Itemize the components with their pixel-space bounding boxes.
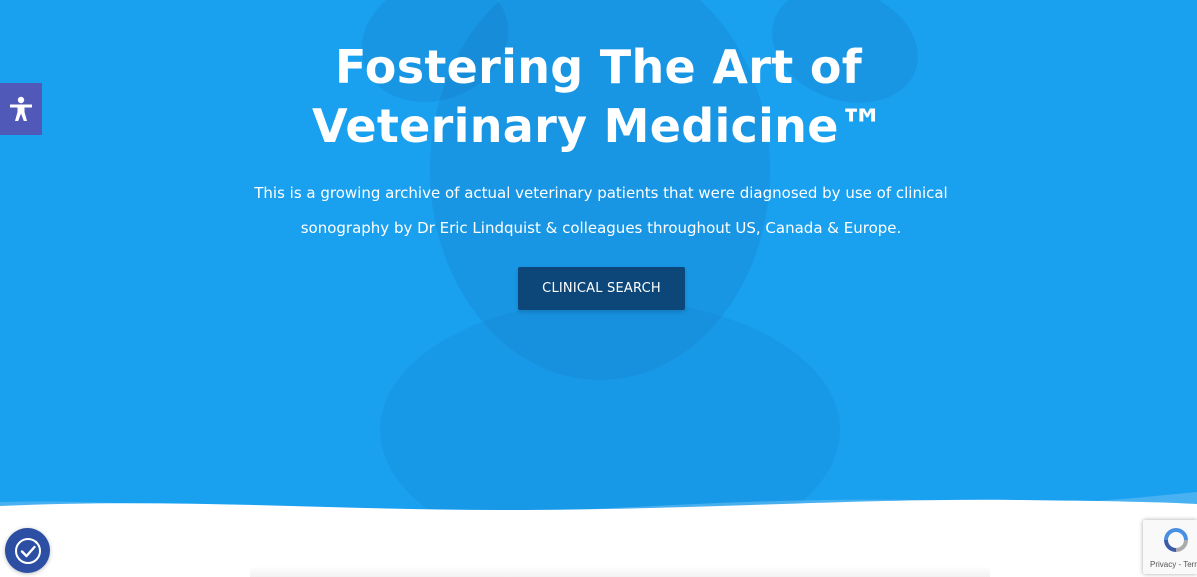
hero-title: Fostering The Art of Veterinary Medicine… <box>0 38 1197 156</box>
content-shadow <box>250 566 990 577</box>
hero-section: Fostering The Art of Veterinary Medicine… <box>0 0 1197 577</box>
recaptcha-icon <box>1164 528 1188 552</box>
cookie-consent-icon <box>14 537 41 564</box>
hero-subtitle: This is a growing archive of actual vete… <box>254 184 948 237</box>
recaptcha-badge[interactable]: Privacy - Terms <box>1143 520 1197 574</box>
hero-title-line-1: Fostering The Art of <box>334 40 863 94</box>
accessibility-toolbar-button[interactable] <box>0 83 42 135</box>
recaptcha-privacy-terms[interactable]: Privacy - Terms <box>1150 560 1197 569</box>
clinical-search-button[interactable]: CLINICAL SEARCH <box>518 267 685 310</box>
accessibility-person-icon <box>10 96 32 121</box>
wave-divider <box>0 492 1197 577</box>
hero-title-line-2: Veterinary Medicine™ <box>311 99 886 153</box>
cookie-consent-button[interactable] <box>5 528 50 573</box>
